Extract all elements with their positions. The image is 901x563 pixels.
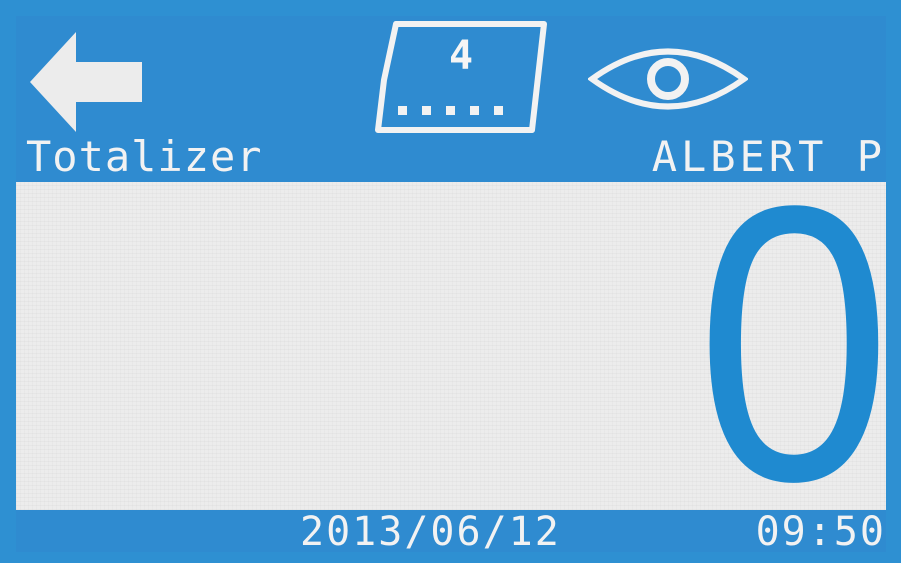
arrow-left-icon [30,32,142,132]
view-button[interactable] [586,42,750,116]
ticket-sheet-icon [375,21,547,133]
sheet-selector-button[interactable]: 4 [372,20,550,134]
date-readout: 2013/06/12 [300,509,561,555]
time-readout: 09:50 [755,509,886,555]
totalizer-display: 0 [16,148,892,540]
eye-icon [586,48,750,110]
total-value: 0 [695,125,892,563]
device-screen: 4 Totalizer ALBERT P 0 2013/06/12 09:50 [0,0,901,563]
status-bar: 2013/06/12 09:50 [16,509,886,555]
back-button[interactable] [30,30,142,134]
screen-title: Totalizer [26,132,263,181]
